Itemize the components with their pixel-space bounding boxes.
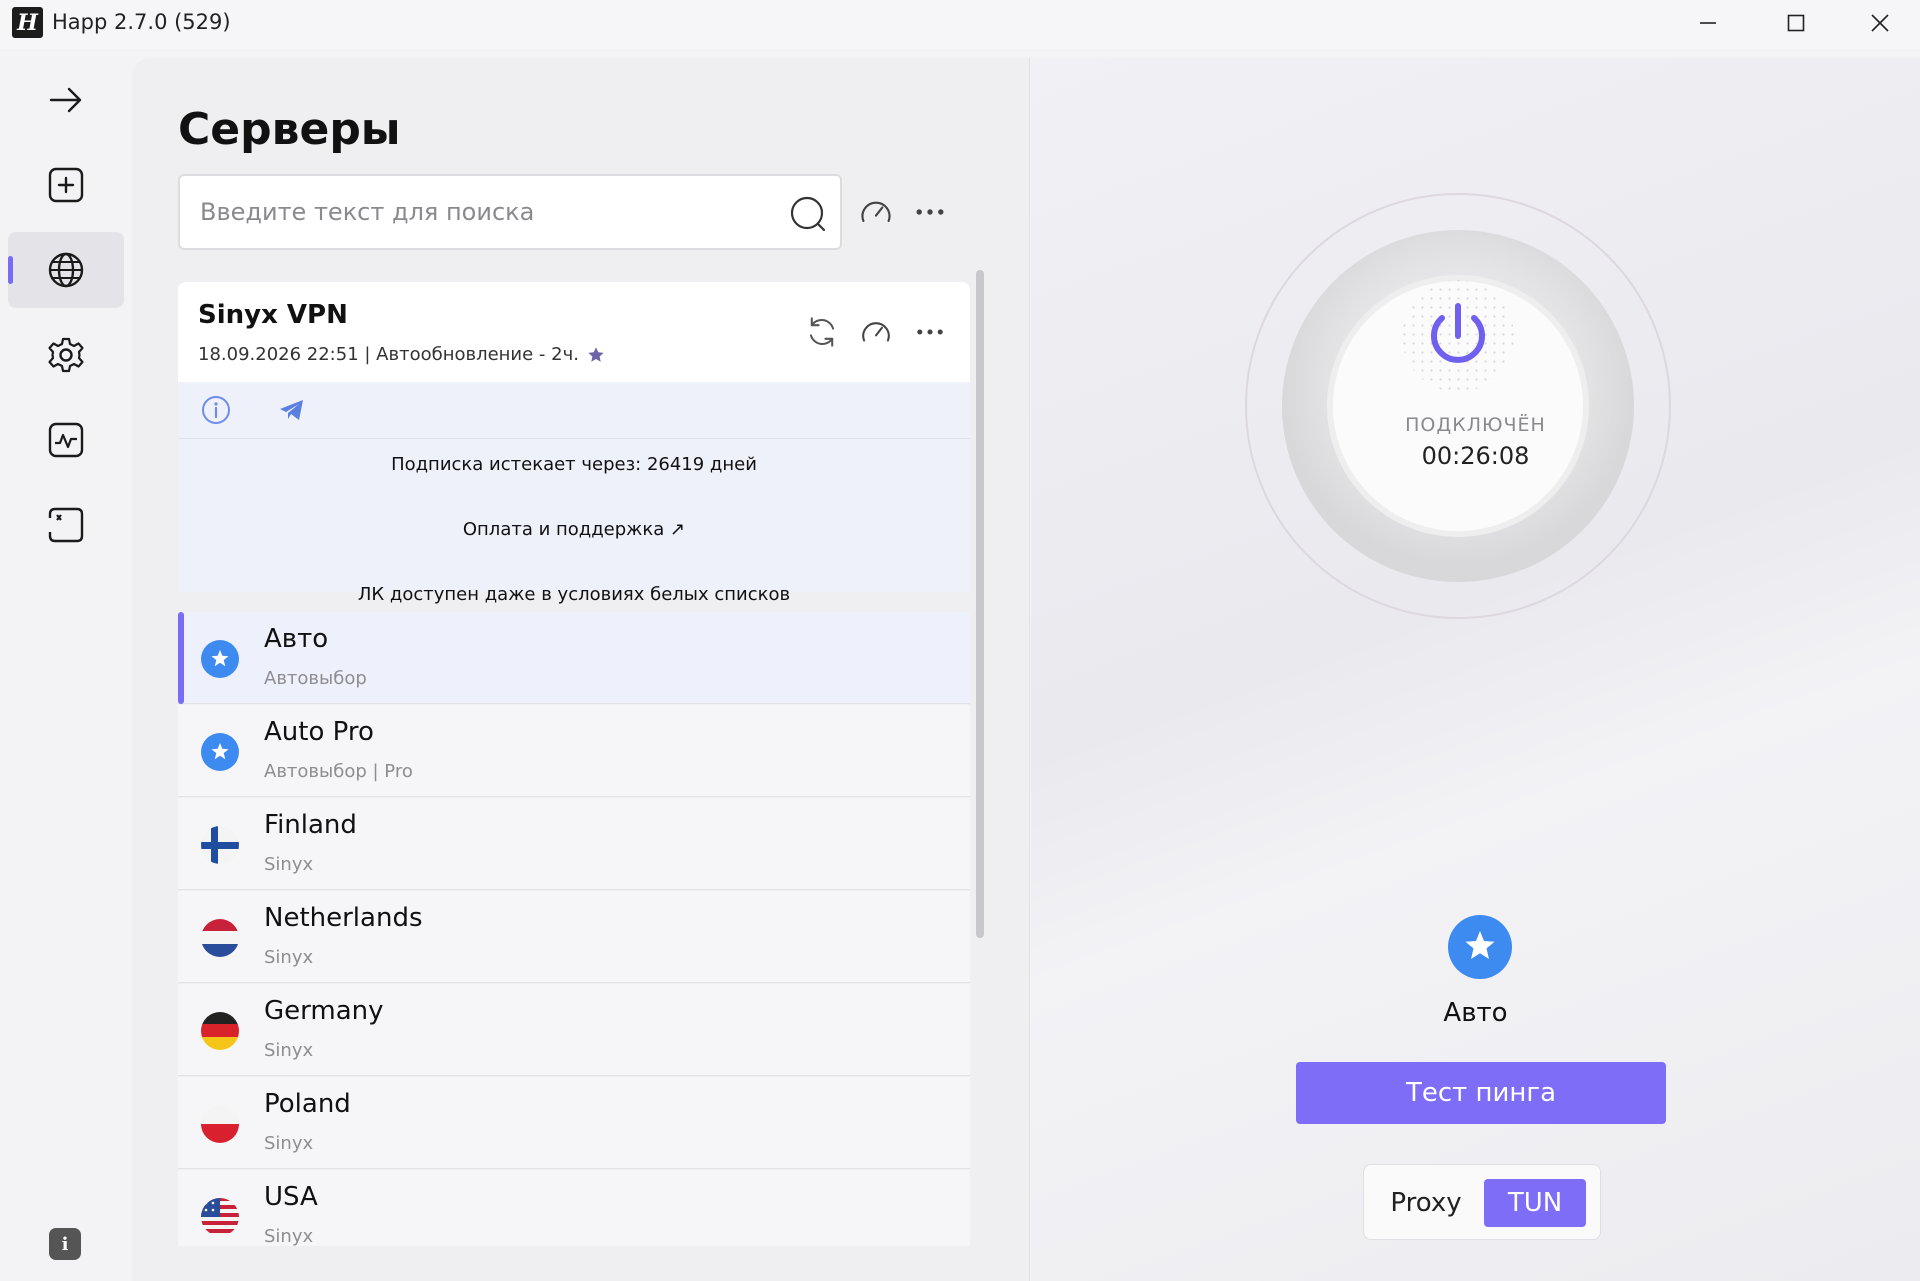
server-subtitle: Sinyx: [264, 947, 314, 968]
mode-toggle: Proxy TUN: [1363, 1164, 1601, 1240]
subscription-links: [200, 394, 308, 426]
page-title: Серверы: [178, 104, 401, 155]
close-icon: [1871, 14, 1889, 32]
code-frame-icon: [48, 507, 84, 543]
star-circle-icon: [201, 733, 239, 771]
speedometer-icon: [861, 201, 891, 223]
support-link[interactable]: Оплата и поддержка ↗: [178, 519, 970, 540]
connection-status: ПОДКЛЮЧЁН: [1405, 414, 1546, 436]
close-button[interactable]: [1840, 0, 1920, 46]
server-name: Netherlands: [264, 903, 423, 933]
sidebar-item-settings[interactable]: [8, 317, 124, 393]
gear-icon: [48, 337, 84, 373]
ping-all-button[interactable]: [856, 192, 896, 232]
subscription-divider: [178, 438, 970, 439]
telegram-icon[interactable]: [276, 394, 308, 426]
activity-chart-icon: [48, 422, 84, 458]
server-name: Germany: [264, 996, 384, 1026]
ping-test-button[interactable]: Тест пинга: [1296, 1062, 1666, 1124]
sidebar-item-servers[interactable]: [8, 232, 124, 308]
flag-germany-icon: [201, 1012, 239, 1050]
flag-netherlands-icon: [201, 919, 239, 957]
more-dots-icon: [916, 209, 944, 215]
servers-panel: Серверы Sinyx VPN 18.09.2026 22:51 | Авт…: [132, 58, 1030, 1281]
server-row-auto-pro[interactable]: Auto Pro Автовыбор | Pro: [178, 705, 970, 797]
server-row-germany[interactable]: Germany Sinyx: [178, 984, 970, 1076]
flag-finland-icon: [201, 826, 239, 864]
subscription-header: Sinyx VPN 18.09.2026 22:51 | Автообновле…: [178, 282, 970, 382]
speedometer-icon: [862, 322, 890, 342]
subscription-name: Sinyx VPN: [198, 300, 348, 330]
server-name: Finland: [264, 810, 357, 840]
sidebar-item-logs[interactable]: [8, 487, 124, 563]
arrow-right-icon: [49, 87, 82, 113]
subscription-more-button[interactable]: [910, 312, 950, 352]
server-subtitle: Sinyx: [264, 854, 314, 875]
sidebar-item-add[interactable]: [8, 147, 124, 223]
subscription-meta: 18.09.2026 22:51 | Автообновление - 2ч.: [198, 344, 605, 365]
server-name: Poland: [264, 1089, 351, 1119]
server-row-netherlands[interactable]: Netherlands Sinyx: [178, 891, 970, 983]
server-name: Авто: [264, 624, 329, 654]
server-subtitle: Автовыбор | Pro: [264, 761, 413, 782]
server-name: Auto Pro: [264, 717, 374, 747]
search-box: [178, 174, 842, 250]
server-subtitle: Sinyx: [264, 1040, 314, 1061]
info-circle-icon[interactable]: [200, 394, 232, 426]
refresh-icon: [809, 317, 835, 347]
favorite-star-icon[interactable]: [587, 346, 605, 364]
selected-server-star-icon: [1448, 915, 1512, 979]
mode-tun-option[interactable]: TUN: [1484, 1179, 1586, 1227]
minimize-button[interactable]: [1664, 0, 1752, 46]
search-input[interactable]: [200, 192, 760, 232]
subscription-card: Sinyx VPN 18.09.2026 22:51 | Автообновле…: [178, 282, 970, 605]
selected-server-name: Авто: [1443, 998, 1508, 1028]
flag-usa-icon: [201, 1198, 239, 1236]
subscription-note: ЛК доступен даже в условиях белых списко…: [357, 584, 791, 605]
server-row-finland[interactable]: Finland Sinyx: [178, 798, 970, 890]
refresh-subscription-button[interactable]: [802, 312, 842, 352]
add-square-icon: [48, 167, 84, 203]
app-logo-icon: H: [12, 7, 43, 38]
server-row-usa[interactable]: USA Sinyx: [178, 1170, 970, 1246]
title-bar: H Happ 2.7.0 (529): [0, 0, 1920, 49]
server-subtitle: Автовыбор: [264, 668, 367, 689]
server-row-auto[interactable]: Авто Автовыбор: [178, 612, 970, 704]
server-subtitle: Sinyx: [264, 1133, 314, 1154]
connection-timer: 00:26:08: [1421, 442, 1530, 470]
subscription-ping-button[interactable]: [856, 312, 896, 352]
globe-icon: [48, 252, 84, 288]
subscription-meta-text: 18.09.2026 22:51 | Автообновление - 2ч.: [198, 344, 579, 365]
server-name: USA: [264, 1182, 318, 1212]
search-icon[interactable]: [788, 194, 828, 234]
server-row-poland[interactable]: Poland Sinyx: [178, 1077, 970, 1169]
server-list: Sinyx VPN 18.09.2026 22:51 | Автообновле…: [178, 282, 970, 1246]
sidebar-item-statistics[interactable]: [8, 402, 124, 478]
minimize-icon: [1700, 22, 1716, 24]
more-dots-icon: [917, 329, 943, 335]
connection-panel: ПОДКЛЮЧЁН 00:26:08 Авто Тест пинга Proxy…: [1031, 58, 1920, 1281]
flag-poland-icon: [201, 1105, 239, 1143]
maximize-icon: [1787, 14, 1805, 32]
more-options-button[interactable]: [910, 192, 950, 232]
maximize-button[interactable]: [1752, 0, 1840, 46]
subscription-expiry: Подписка истекает через: 26419 дней: [391, 454, 757, 475]
info-badge-icon[interactable]: i: [49, 1228, 81, 1260]
mode-proxy-option[interactable]: Proxy: [1378, 1179, 1474, 1227]
server-subtitle: Sinyx: [264, 1226, 314, 1246]
window-title: Happ 2.7.0 (529): [52, 10, 231, 34]
sidebar-item-connect[interactable]: [8, 62, 124, 138]
list-scrollbar[interactable]: [976, 270, 984, 938]
sidebar: i: [0, 49, 132, 1281]
power-button[interactable]: [1238, 186, 1678, 626]
star-circle-icon: [201, 640, 239, 678]
